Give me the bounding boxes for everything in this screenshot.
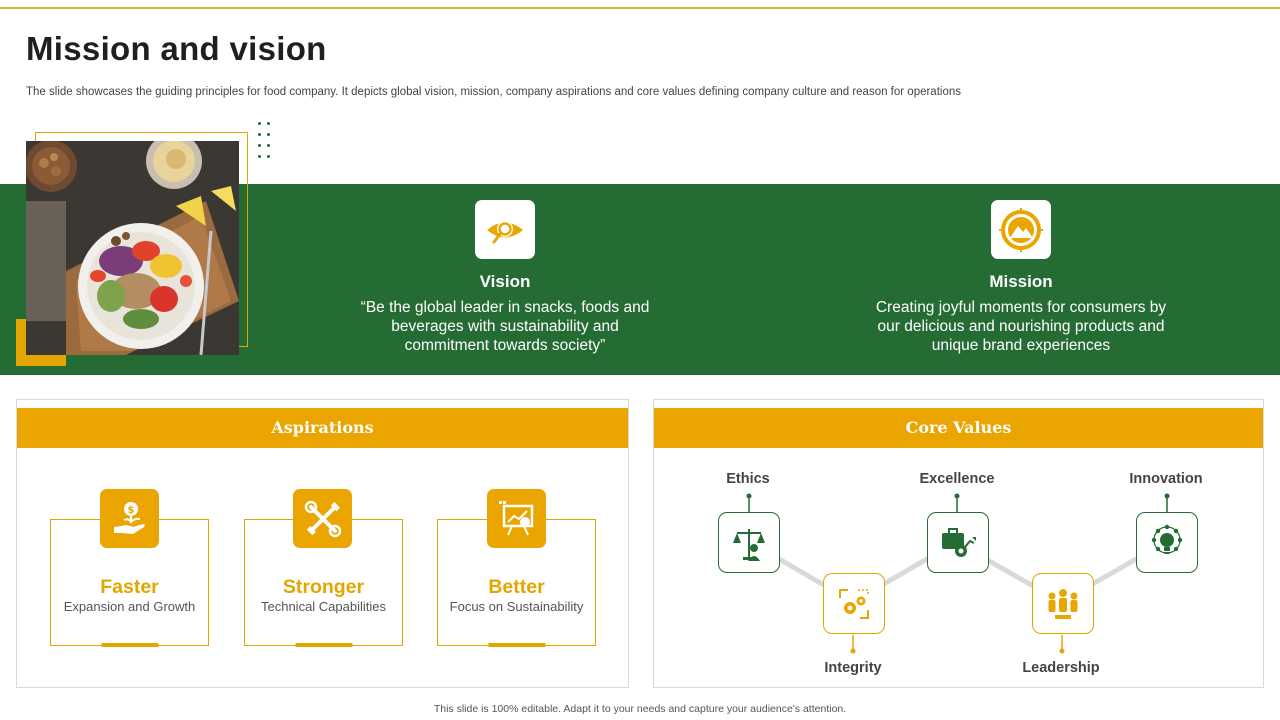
footer-note: This slide is 100% editable. Adapt it to… <box>433 703 847 715</box>
mission-heading: Mission <box>989 272 1053 291</box>
vision-text-line-1: “Be the global leader in snacks, foods a… <box>360 299 650 316</box>
page-title: Mission and vision <box>26 30 327 67</box>
aspiration-subtitle-better: Focus on Sustainability <box>449 599 584 614</box>
aspiration-subtitle-stronger: Technical Capabilities <box>260 599 386 614</box>
scale-person-icon <box>718 512 780 573</box>
vision-text: “Be the global leader in snacks, foods a… <box>335 298 675 355</box>
mission-text: Creating joyful moments for consumers by… <box>851 298 1191 355</box>
mission-text-line-1: Creating joyful moments for consumers by <box>875 299 1167 316</box>
vision-text-line-3: commitment towards society” <box>404 337 606 354</box>
aspiration-title-stronger: Stronger <box>282 576 365 598</box>
card-accent-bar <box>295 643 352 647</box>
briefcase-growth-icon <box>927 512 989 573</box>
mission-block: Mission Creating joyful moments for cons… <box>851 200 1191 355</box>
vision-block: Vision “Be the global leader in snacks, … <box>335 200 675 355</box>
presentation-chart-icon <box>487 489 546 548</box>
aspiration-subtitle-faster: Expansion and Growth <box>63 599 196 614</box>
card-accent-bar <box>488 643 545 647</box>
vision-text-line-2: beverages with sustainability and <box>391 318 619 335</box>
lightbulb-network-icon <box>1136 512 1198 573</box>
eye-search-icon <box>475 200 535 259</box>
aspirations-heading: Aspirations <box>17 408 628 448</box>
tools-cross-icon <box>293 489 352 548</box>
decorative-dots <box>258 122 274 162</box>
money-hand-icon: $ <box>100 489 159 548</box>
page-subtitle: The slide showcases the guiding principl… <box>26 86 961 98</box>
aspiration-title-better: Better <box>488 576 545 598</box>
card-accent-bar <box>101 643 158 647</box>
core-value-label-excellence: Excellence <box>919 471 995 487</box>
gears-arrows-icon <box>823 573 885 634</box>
core-value-label-integrity: Integrity <box>824 660 882 676</box>
team-leader-icon <box>1032 573 1094 634</box>
top-accent-line <box>0 7 1280 9</box>
svg-text:$: $ <box>127 505 134 516</box>
target-mountain-icon <box>991 200 1051 259</box>
vision-heading: Vision <box>479 272 531 291</box>
core-value-label-ethics: Ethics <box>726 471 770 487</box>
mission-text-line-2: our delicious and nourishing products an… <box>877 318 1165 335</box>
mission-text-line-3: unique brand experiences <box>931 337 1111 354</box>
food-photo <box>26 141 239 355</box>
core-value-label-innovation: Innovation <box>1129 471 1203 487</box>
aspiration-title-faster: Faster <box>100 576 159 598</box>
core-values-heading: Core Values <box>654 408 1263 448</box>
core-value-label-leadership: Leadership <box>1022 660 1100 676</box>
